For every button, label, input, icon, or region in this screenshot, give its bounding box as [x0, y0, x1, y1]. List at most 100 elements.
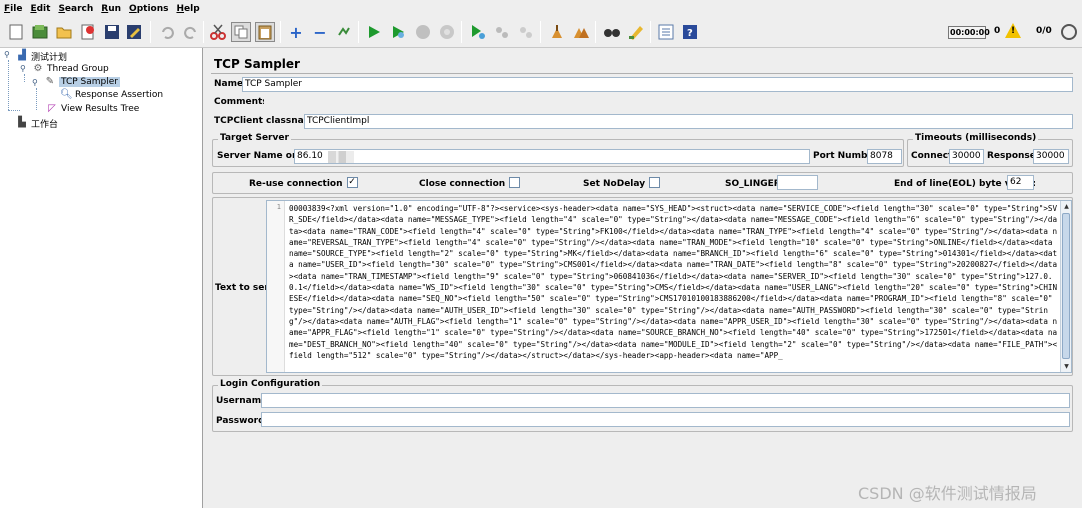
collapse-icon[interactable]: −: [310, 22, 330, 42]
workbench-icon: ▙: [18, 117, 26, 128]
stop-icon[interactable]: [413, 22, 433, 42]
elapsed-timer: 00:00:00: [948, 26, 990, 39]
open-icon[interactable]: [54, 22, 74, 42]
tree-label: TCP Sampler: [59, 77, 120, 87]
response-timeout-field[interactable]: 30000: [1033, 149, 1069, 164]
reuse-connection-option[interactable]: Re-use connection ✓: [249, 177, 358, 189]
menu-run[interactable]: Run: [101, 4, 121, 14]
tree-node-workbench[interactable]: ▙ 工作台: [16, 116, 58, 130]
save-as-icon[interactable]: [124, 22, 144, 42]
tree-label: Response Assertion: [75, 90, 164, 100]
toggle-icon[interactable]: [334, 22, 354, 42]
solinger-label: SO_LINGER:: [725, 179, 785, 189]
paste-icon[interactable]: [255, 22, 275, 42]
tree-node-thread-group[interactable]: ⚙ Thread Group: [32, 62, 109, 76]
tree-node-test-plan[interactable]: ▟ 测试计划: [16, 49, 67, 63]
comments-field[interactable]: [264, 95, 1073, 110]
save-icon[interactable]: [102, 22, 122, 42]
reset-search-icon[interactable]: [626, 22, 646, 42]
remote-status-icon[interactable]: [1061, 24, 1077, 40]
close-icon[interactable]: [78, 22, 98, 42]
menu-edit[interactable]: Edit: [30, 4, 50, 14]
collapse-toggle-icon[interactable]: ⚲: [20, 64, 26, 73]
comments-label: Comments:: [214, 97, 272, 107]
expand-icon[interactable]: +: [286, 22, 306, 42]
svg-text:?: ?: [687, 28, 693, 39]
start-icon[interactable]: [364, 22, 384, 42]
listener-icon: ◸: [48, 103, 56, 114]
menu-help[interactable]: Help: [176, 4, 199, 14]
password-label: Password: [216, 416, 265, 426]
connect-timeout-field[interactable]: 30000: [949, 149, 984, 164]
cut-icon[interactable]: [208, 22, 228, 42]
clear-all-icon[interactable]: [571, 22, 591, 42]
reuse-label: Re-use connection: [249, 179, 343, 189]
scroll-down-icon[interactable]: ▼: [1062, 362, 1071, 371]
remote-shutdown-icon[interactable]: [516, 22, 536, 42]
text-to-send-content[interactable]: 00003839<?xml version="1.0" encoding="UT…: [289, 203, 1061, 361]
function-helper-icon[interactable]: [656, 22, 676, 42]
menu-bar: File Edit Search Run Options Help: [0, 0, 1082, 17]
help-icon[interactable]: ?: [680, 22, 700, 42]
scroll-up-icon[interactable]: ▲: [1062, 202, 1071, 211]
timeouts-title: Timeouts (milliseconds): [913, 133, 1039, 143]
scroll-thumb[interactable]: [1062, 213, 1070, 359]
collapse-toggle-icon[interactable]: ⚲: [32, 78, 38, 87]
username-label: Username: [216, 396, 268, 406]
nodelay-checkbox[interactable]: [649, 177, 661, 188]
menu-options[interactable]: Options: [129, 4, 168, 14]
start-no-pause-icon[interactable]: [388, 22, 408, 42]
tree-node-response-assertion[interactable]: 🔍︎ Response Assertion: [60, 88, 163, 102]
magnifier-icon: 🔍︎: [60, 89, 73, 100]
tree-node-view-results-tree[interactable]: ◸ View Results Tree: [46, 102, 139, 116]
menu-file[interactable]: File: [4, 4, 22, 14]
redo-icon[interactable]: [181, 22, 201, 42]
login-config-title: Login Configuration: [218, 379, 323, 389]
response-label: Response:: [987, 151, 1040, 161]
copy-icon[interactable]: [231, 22, 251, 42]
username-field[interactable]: [261, 393, 1070, 408]
csdn-watermark: CSDN @软件测试情报局: [858, 484, 1037, 503]
sampler-pen-icon: ✎: [45, 76, 55, 87]
warning-count: 0: [994, 26, 1001, 36]
search-icon[interactable]: [602, 22, 622, 42]
password-field[interactable]: [261, 412, 1070, 427]
undo-icon[interactable]: [157, 22, 177, 42]
port-field[interactable]: 8078: [867, 149, 902, 164]
text-to-send-editor[interactable]: 1 00003839<?xml version="1.0" encoding="…: [266, 200, 1072, 373]
page-title: TCP Sampler: [214, 57, 300, 71]
toolbar: + − ? 00:00:00 0 0/0: [0, 17, 1082, 48]
close-label: Close connection: [419, 179, 506, 189]
set-nodelay-option[interactable]: Set NoDelay: [583, 177, 661, 189]
nodelay-label: Set NoDelay: [583, 179, 646, 189]
collapse-toggle-icon[interactable]: ⚲: [4, 50, 10, 59]
menu-search[interactable]: Search: [58, 4, 93, 14]
remote-start-icon[interactable]: [468, 22, 488, 42]
new-icon[interactable]: [6, 22, 26, 42]
remote-stop-icon[interactable]: [492, 22, 512, 42]
shutdown-icon[interactable]: [437, 22, 457, 42]
solinger-field[interactable]: [777, 175, 818, 190]
sampler-panel: TCP Sampler Name: TCP Sampler Comments: …: [206, 48, 1082, 508]
tree-label: Thread Group: [47, 64, 109, 74]
vertical-scrollbar[interactable]: ▲ ▼: [1060, 201, 1071, 372]
templates-icon[interactable]: [30, 22, 50, 42]
tree-node-tcp-sampler[interactable]: ✎ TCP Sampler: [44, 75, 120, 89]
line-number-gutter: 1: [267, 201, 285, 372]
eol-field[interactable]: 62: [1007, 175, 1034, 190]
classname-field[interactable]: TCPClientImpl: [304, 114, 1073, 129]
thread-ratio: 0/0: [1036, 26, 1052, 36]
close-connection-option[interactable]: Close connection: [419, 177, 521, 189]
server-value: 86.10: [297, 151, 323, 161]
target-server-title: Target Server: [218, 133, 291, 143]
reuse-checkbox[interactable]: ✓: [346, 177, 358, 188]
close-checkbox[interactable]: [509, 177, 521, 188]
name-field[interactable]: TCP Sampler: [242, 77, 1073, 92]
warning-icon[interactable]: [1005, 23, 1021, 38]
clear-icon[interactable]: [547, 22, 567, 42]
server-field[interactable]: 86.10: [294, 149, 810, 164]
tree-label: 测试计划: [31, 52, 68, 63]
tree-label: 工作台: [31, 119, 59, 130]
gear-icon: ⚙: [33, 63, 43, 74]
test-plan-icon: ▟: [18, 50, 26, 61]
